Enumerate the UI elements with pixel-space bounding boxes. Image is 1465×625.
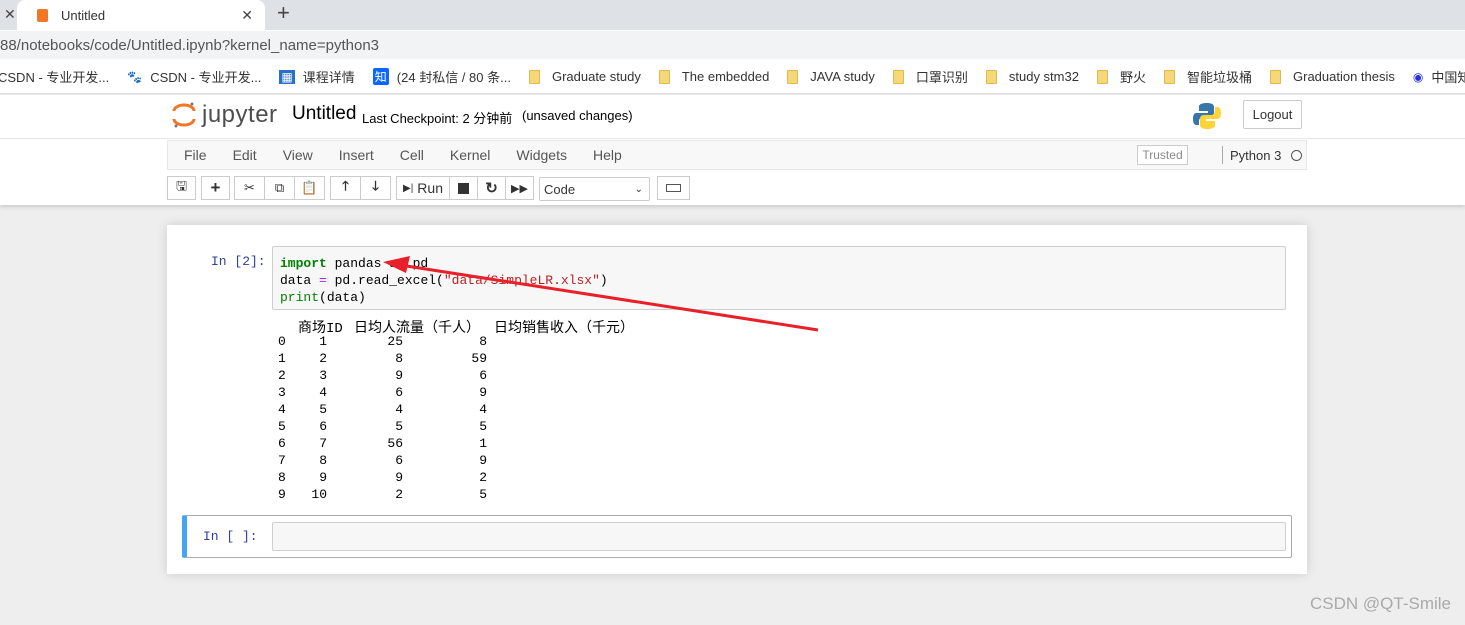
- watermark: CSDN @QT-Smile: [1310, 594, 1451, 613]
- arrow-head: [383, 256, 410, 273]
- annotation-arrow: [383, 256, 819, 332]
- arrow-line: [399, 263, 819, 332]
